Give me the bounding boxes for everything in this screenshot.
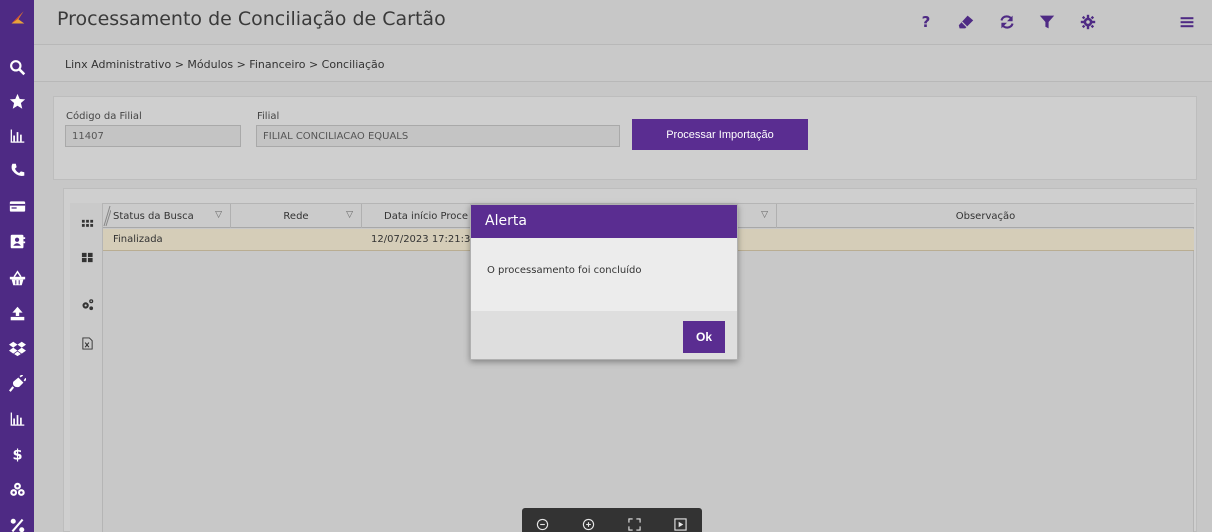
- column-observacao-label: Observação: [955, 210, 1016, 222]
- bar-chart-icon[interactable]: [0, 118, 34, 152]
- column-rede-label: Rede: [283, 210, 309, 222]
- column-status-filter-icon[interactable]: ▽: [215, 210, 222, 220]
- branch-code-field[interactable]: 11407: [65, 125, 241, 147]
- play-icon[interactable]: [672, 516, 688, 532]
- help-label: ?: [921, 13, 931, 31]
- dropbox-icon[interactable]: [0, 331, 34, 365]
- settings-gears-icon[interactable]: [78, 295, 96, 313]
- branch-field[interactable]: FILIAL CONCILIACAO EQUALS: [256, 125, 620, 147]
- tiles-view-icon[interactable]: [78, 248, 96, 266]
- fullscreen-icon[interactable]: [626, 516, 642, 532]
- search-icon[interactable]: [0, 50, 34, 84]
- contact-icon[interactable]: [0, 224, 34, 258]
- card-icon[interactable]: [0, 189, 34, 223]
- branch-code-label: Código da Filial: [66, 111, 142, 122]
- column-rede[interactable]: Rede ▽: [231, 204, 362, 228]
- help-icon[interactable]: ?: [916, 12, 936, 32]
- phone-icon[interactable]: [0, 153, 34, 187]
- linx-logo-icon[interactable]: [0, 0, 34, 34]
- grid-view-icon[interactable]: [78, 215, 96, 233]
- alert-message: O processamento foi concluído: [487, 265, 642, 276]
- cell-data-inicio: 12/07/2023 17:21:3: [371, 234, 471, 245]
- page-title: Processamento de Conciliação de Cartão: [57, 8, 446, 30]
- alert-footer: Ok: [471, 311, 737, 359]
- process-import-button[interactable]: Processar Importação: [632, 119, 808, 150]
- breadcrumb-text: Linx Administrativo > Módulos > Financei…: [65, 58, 385, 71]
- gear-icon[interactable]: [1078, 12, 1098, 32]
- zoom-in-icon[interactable]: [580, 516, 596, 532]
- coins-icon[interactable]: [0, 472, 34, 506]
- basket-icon[interactable]: [0, 261, 34, 295]
- header: Processamento de Conciliação de Cartão ?: [34, 0, 1212, 44]
- plug-icon[interactable]: [0, 366, 34, 400]
- menu-icon[interactable]: [1177, 12, 1197, 32]
- cell-status: Finalizada: [113, 234, 163, 245]
- alert-body: O processamento foi concluído: [471, 238, 737, 311]
- branch-label: Filial: [257, 111, 280, 122]
- bar-chart-2-icon[interactable]: [0, 401, 34, 435]
- side-navigation: $: [0, 0, 34, 532]
- viewer-toolbar: [522, 508, 702, 532]
- column-rede-filter-icon[interactable]: ▽: [346, 210, 353, 220]
- eraser-icon[interactable]: [956, 12, 976, 32]
- filter-panel: Código da Filial 11407 Filial FILIAL CON…: [53, 96, 1197, 180]
- svg-text:$: $: [12, 447, 22, 462]
- column-resize-handle[interactable]: [103, 204, 112, 228]
- ok-button[interactable]: Ok: [683, 321, 725, 353]
- column-observacao[interactable]: Observação: [777, 204, 1194, 228]
- grid-toolbar: [70, 203, 103, 532]
- column-status[interactable]: Status da Busca ▽: [111, 204, 231, 228]
- column-data-inicio-label: Data início Proce: [384, 210, 469, 222]
- refresh-icon[interactable]: [997, 12, 1017, 32]
- star-icon[interactable]: [0, 84, 34, 118]
- zoom-out-icon[interactable]: [534, 516, 550, 532]
- column-status-label: Status da Busca: [113, 210, 194, 222]
- alert-dialog: Alerta O processamento foi concluído Ok: [470, 204, 738, 360]
- percent-icon[interactable]: [0, 508, 34, 532]
- alert-title: Alerta: [471, 205, 737, 238]
- upload-icon[interactable]: [0, 296, 34, 330]
- excel-export-icon[interactable]: [78, 334, 96, 352]
- column-data-inicio-filter-icon[interactable]: ▽: [761, 210, 768, 220]
- dollar-icon[interactable]: $: [0, 437, 34, 471]
- filter-icon[interactable]: [1037, 12, 1057, 32]
- breadcrumb: Linx Administrativo > Módulos > Financei…: [34, 44, 1212, 82]
